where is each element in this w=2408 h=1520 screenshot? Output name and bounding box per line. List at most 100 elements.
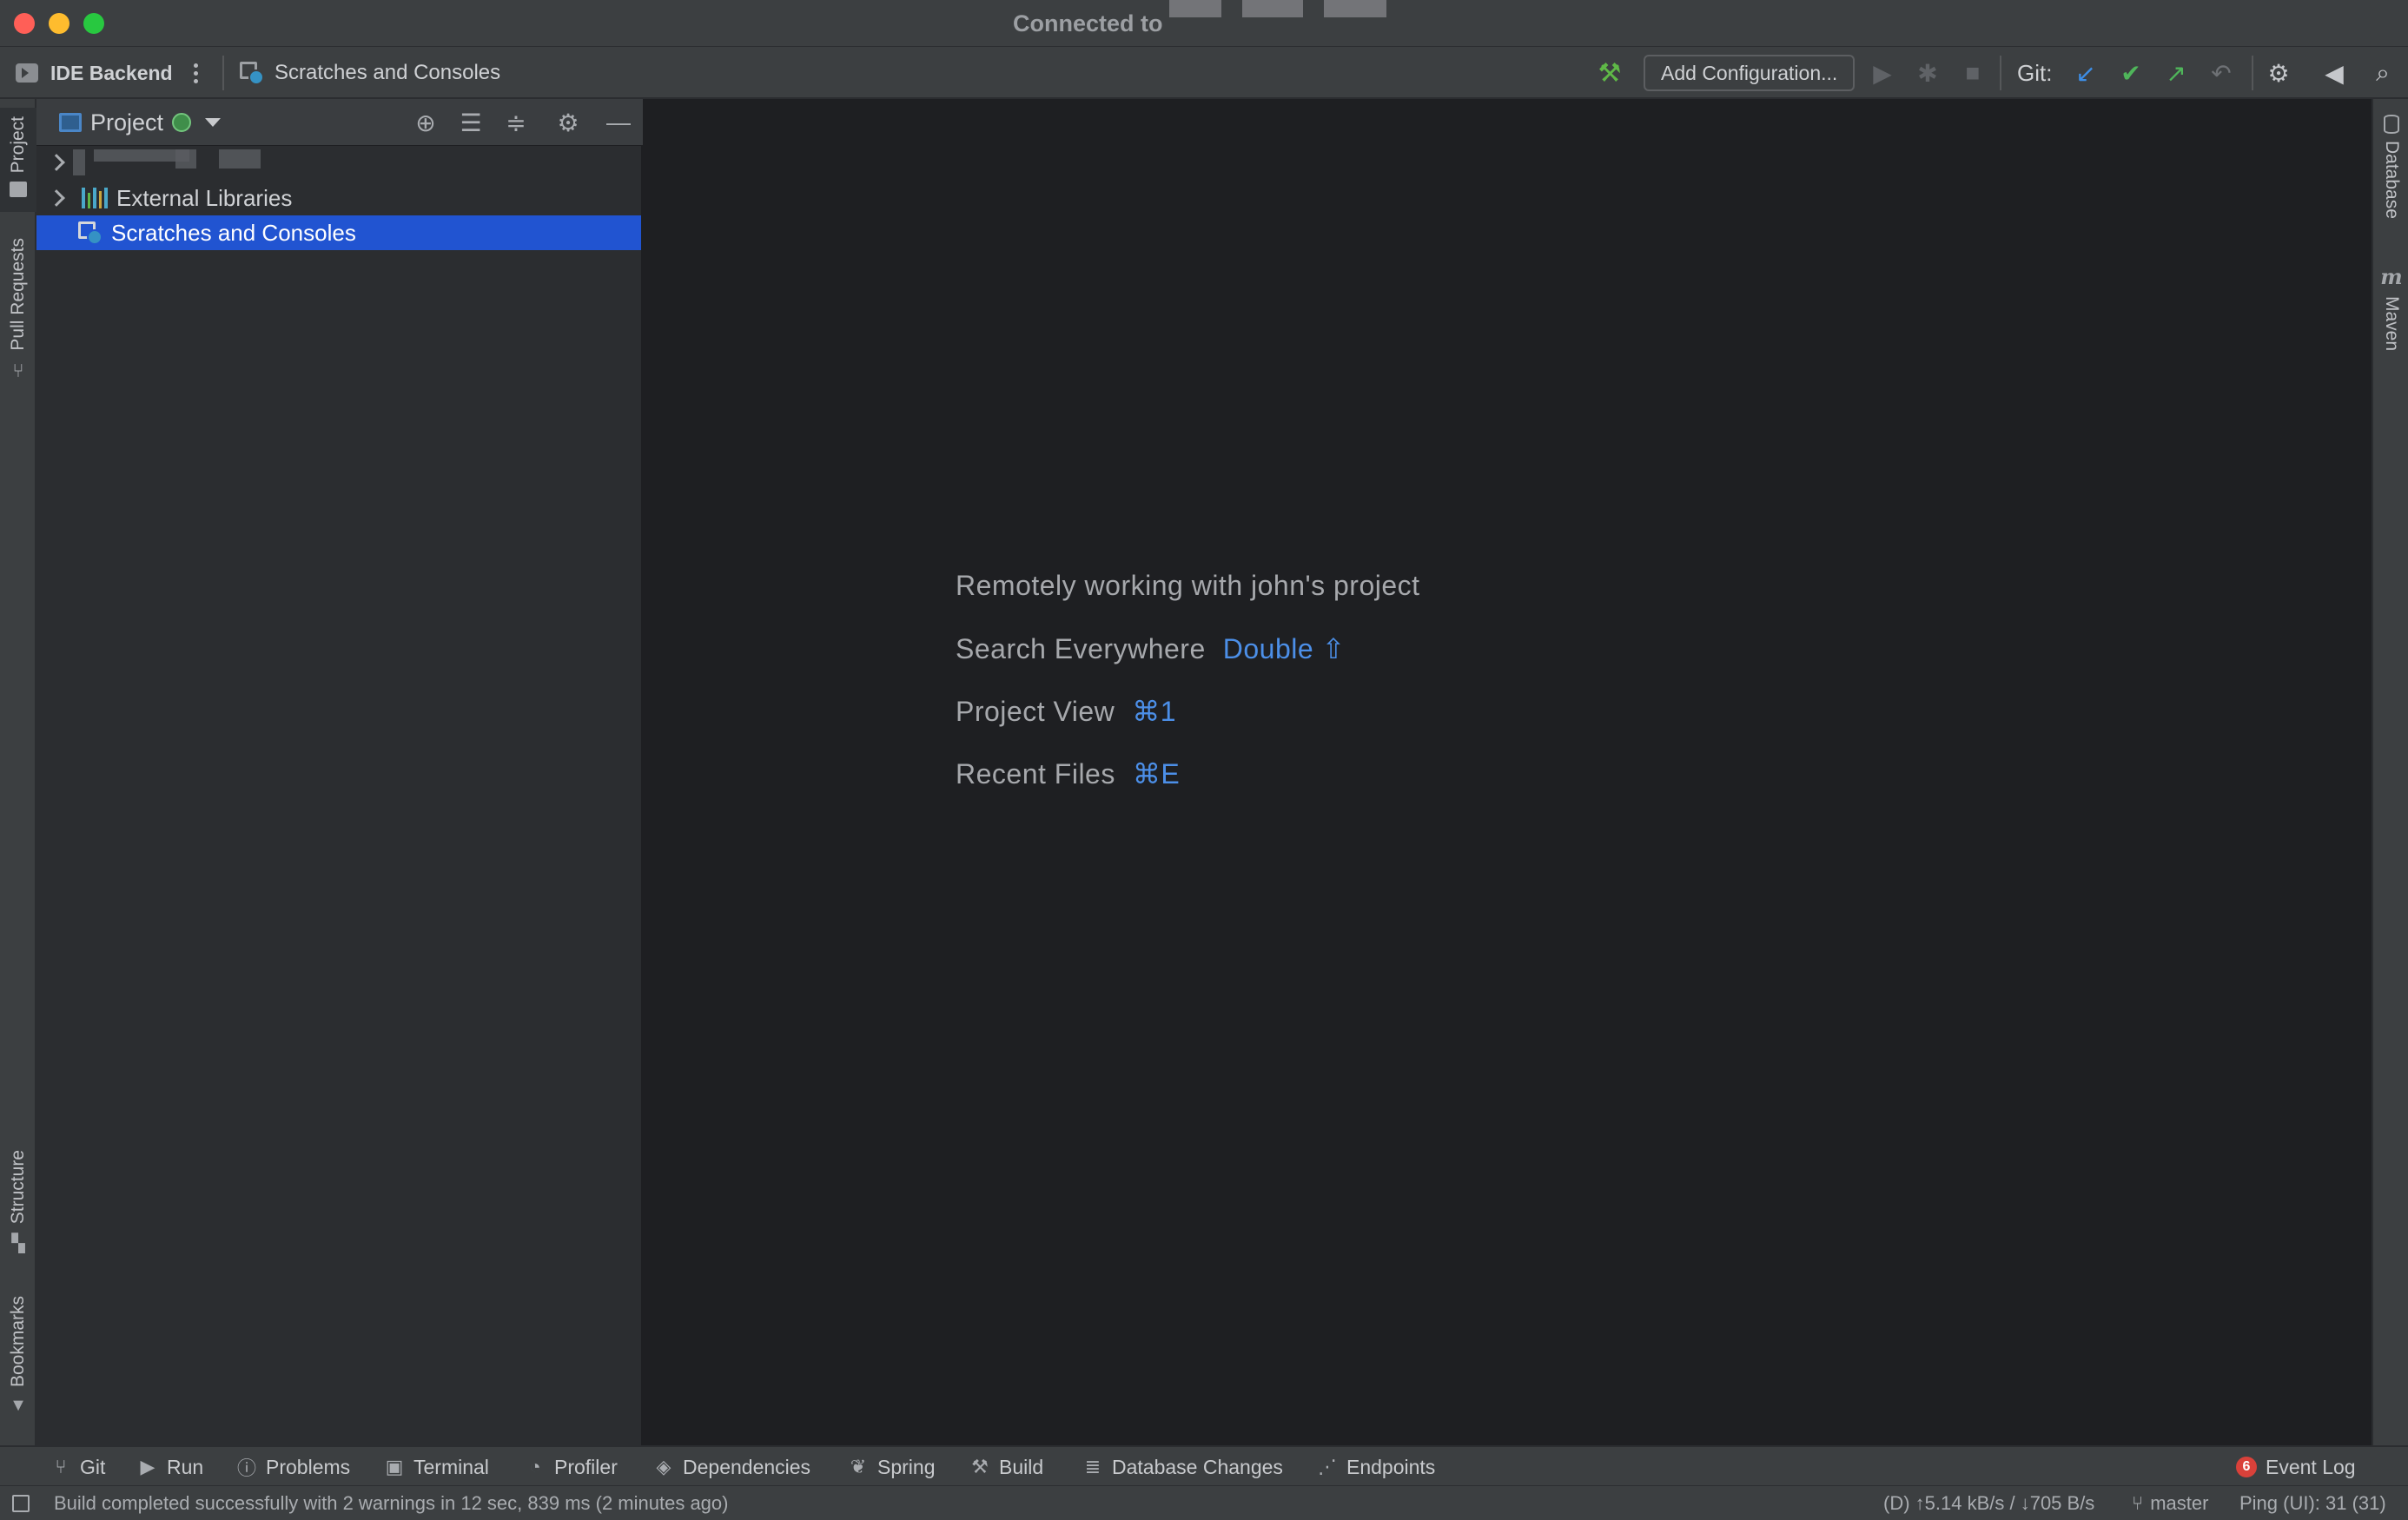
editor-empty-state: Remotely working with john's project Sea… — [643, 99, 2372, 1445]
expand-all-icon[interactable]: ☰ — [453, 99, 488, 146]
ide-backend-button[interactable]: IDE Backend — [16, 47, 173, 99]
hint-shortcut: Double ⇧ — [1222, 633, 1346, 664]
chevron-right-icon — [48, 189, 65, 207]
profiler-icon: ◔ — [529, 1456, 541, 1477]
git-push-icon[interactable]: ↗ — [2161, 47, 2191, 99]
git-branch-widget[interactable]: ⑂ master — [2132, 1486, 2208, 1520]
hide-panel-icon[interactable]: — — [601, 99, 636, 146]
event-count-badge: 6 — [2236, 1457, 2257, 1477]
tab-database[interactable]: Database — [2373, 115, 2408, 245]
spring-icon: ❦ — [850, 1456, 867, 1477]
git-update-icon[interactable]: ↙ — [2071, 47, 2100, 99]
breadcrumb[interactable]: Scratches and Consoles — [240, 47, 500, 99]
toolbar-separator — [2000, 56, 2001, 90]
run-icon[interactable]: ▶ — [1868, 47, 1897, 99]
branch-name: master — [2150, 1492, 2209, 1514]
project-panel-header: Project ⊕ ☰ ≑ ⚙ — — [36, 99, 643, 146]
tool-endpoints-button[interactable]: ⋰ Endpoints — [1317, 1447, 1435, 1487]
database-changes-icon: ≣ — [1084, 1456, 1101, 1477]
add-configuration-button[interactable]: Add Configuration... — [1644, 55, 1856, 91]
redacted-host — [1324, 0, 1386, 17]
git-commit-icon[interactable]: ✔ — [2116, 47, 2146, 99]
settings-icon[interactable]: ⚙ — [2264, 47, 2293, 99]
project-window-icon — [59, 113, 82, 132]
git-label: Git: — [2017, 59, 2053, 86]
status-message[interactable]: Build completed successfully with 2 warn… — [54, 1486, 728, 1520]
collapse-all-icon[interactable]: ≑ — [499, 99, 533, 146]
close-window-button[interactable] — [14, 13, 35, 34]
hint-text: Recent Files — [956, 757, 1115, 790]
tab-project-label: Project — [8, 116, 28, 174]
project-panel-title: Project — [90, 109, 164, 135]
endpoints-icon: ⋰ — [1318, 1456, 1337, 1477]
tool-build-button[interactable]: ⚒ Build — [969, 1447, 1043, 1487]
project-panel: Project ⊕ ☰ ≑ ⚙ — External Libraries Scr… — [36, 99, 643, 1445]
build-hammer-icon: ⚒ — [971, 1456, 989, 1477]
git-branch-icon: ⑂ — [2132, 1492, 2144, 1514]
hint-text: Project View — [956, 695, 1115, 727]
build-hammer-icon[interactable]: ⚒ — [1595, 47, 1624, 99]
tool-label: Problems — [266, 1455, 351, 1478]
tab-pull-requests[interactable]: Pull Requests ⑂ — [0, 238, 36, 412]
tool-label: Run — [167, 1455, 204, 1478]
hint-remote: Remotely working with john's project — [956, 570, 1420, 602]
terminal-icon — [16, 63, 38, 83]
tool-event-log-button[interactable]: 6 Event Log — [2236, 1447, 2356, 1487]
main-toolbar: IDE Backend Scratches and Consoles ⚒ Add… — [0, 47, 2408, 99]
left-tool-stripe: Project Pull Requests ⑂ Structure ▚ Book… — [0, 99, 36, 1445]
tab-structure-label: Structure — [8, 1150, 28, 1225]
tree-label: Scratches and Consoles — [111, 219, 356, 246]
tool-git-button[interactable]: ⑂ Git — [50, 1447, 105, 1487]
project-view-selector[interactable]: Project — [59, 99, 222, 146]
tool-problems-button[interactable]: ⓘ Problems — [236, 1447, 350, 1487]
code-with-me-icon[interactable]: ◀ — [2319, 47, 2349, 99]
breadcrumb-label: Scratches and Consoles — [275, 61, 501, 84]
redacted-block — [175, 149, 196, 169]
tree-row-scratches[interactable]: Scratches and Consoles — [36, 215, 641, 250]
hint-text: Remotely working with john's project — [956, 570, 1420, 601]
tool-database-changes-button[interactable]: ≣ Database Changes — [1082, 1447, 1283, 1487]
tab-project[interactable]: Project — [0, 108, 36, 212]
redacted-block — [73, 149, 85, 175]
tool-label: Spring — [877, 1455, 936, 1478]
tool-profiler-button[interactable]: ◔ Profiler — [525, 1447, 618, 1487]
tool-run-button[interactable]: ▶ Run — [137, 1447, 204, 1487]
tab-maven-label: Maven — [2382, 296, 2402, 352]
tab-structure[interactable]: Structure ▚ — [0, 1150, 36, 1272]
tool-label: Terminal — [413, 1455, 489, 1478]
chevron-down-icon — [205, 118, 222, 127]
debug-icon[interactable]: ✱ — [1913, 47, 1942, 99]
more-options-icon[interactable] — [189, 47, 202, 99]
libraries-icon — [82, 188, 108, 208]
chevron-right-icon — [48, 154, 65, 171]
locate-file-icon[interactable]: ⊕ — [408, 99, 443, 146]
stop-icon[interactable]: ■ — [1958, 47, 1988, 99]
search-icon[interactable]: ⌕ — [2368, 47, 2398, 99]
git-rollback-icon[interactable]: ↶ — [2206, 47, 2236, 99]
toolbar-separator — [222, 56, 224, 90]
scratches-icon — [78, 220, 104, 246]
dependencies-icon: ◈ — [656, 1456, 671, 1477]
hint-shortcut: ⌘E — [1132, 758, 1181, 790]
remote-status-icon — [172, 113, 192, 132]
tool-spring-button[interactable]: ❦ Spring — [848, 1447, 936, 1487]
tool-dependencies-button[interactable]: ◈ Dependencies — [653, 1447, 811, 1487]
database-icon — [2384, 115, 2399, 134]
toolbar-separator — [2252, 56, 2253, 90]
tool-label: Dependencies — [683, 1455, 811, 1478]
ide-backend-label: IDE Backend — [50, 61, 173, 84]
tab-bookmarks[interactable]: Bookmarks ▼ — [0, 1296, 36, 1426]
hint-search-everywhere: Search Everywhere Double ⇧ — [956, 632, 1346, 665]
bottom-tool-bar: ⑂ Git ▶ Run ⓘ Problems ▣ Terminal ◔ Profiler … — [0, 1445, 2408, 1485]
minimize-window-button[interactable] — [49, 13, 69, 34]
toggle-tool-windows-icon[interactable] — [12, 1486, 30, 1520]
redacted-host — [1169, 0, 1221, 17]
zoom-window-button[interactable] — [83, 13, 104, 34]
panel-settings-icon[interactable]: ⚙ — [551, 99, 585, 146]
tab-maven[interactable]: m Maven — [2373, 264, 2408, 377]
tool-label: Event Log — [2266, 1455, 2356, 1478]
tool-terminal-button[interactable]: ▣ Terminal — [384, 1447, 489, 1487]
window-title: Connected to — [1013, 10, 1163, 36]
tab-bookmarks-label: Bookmarks — [8, 1296, 28, 1388]
tree-row-external-libraries[interactable]: External Libraries — [36, 181, 641, 215]
